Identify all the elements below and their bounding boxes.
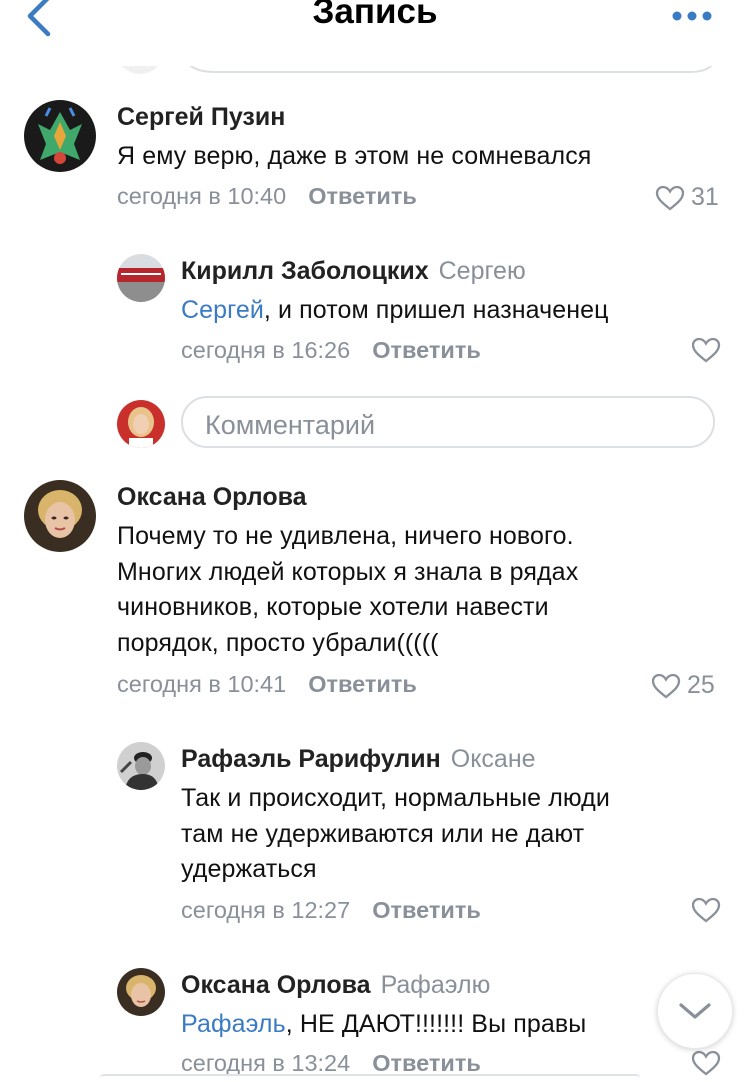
comment-time: сегодня в 16:26: [181, 337, 351, 363]
like-button[interactable]: [691, 337, 727, 363]
avatar[interactable]: [117, 742, 165, 790]
comment-text: Я ему верю, даже в этом не сомневался: [117, 139, 591, 175]
bottom-input-outline: [100, 1074, 640, 1082]
heart-icon: [655, 185, 685, 210]
chevron-down-icon: [679, 1003, 711, 1019]
more-button[interactable]: [672, 6, 712, 26]
comment-text: Почему то не удивлена, ничего нового. Мн…: [117, 519, 578, 661]
heart-icon: [691, 897, 721, 923]
comment-author[interactable]: Сергей Пузин: [117, 103, 285, 132]
author-name[interactable]: Рафаэль Рарифулин: [181, 745, 441, 773]
comment-text-line: , и потом пришел назначенец: [263, 296, 609, 324]
author-name[interactable]: Оксана Орлова: [181, 971, 371, 999]
reply-button[interactable]: Ответить: [372, 1050, 481, 1076]
avatar[interactable]: [117, 254, 165, 302]
current-user-avatar: [117, 400, 165, 448]
avatar[interactable]: [117, 968, 165, 1016]
author-name[interactable]: Кирилл Заболоцких: [181, 257, 429, 285]
comment-text-line: , НЕ ДАЮТ!!!!!!! Вы правы: [285, 1010, 587, 1038]
like-count: 25: [687, 671, 715, 699]
avatar[interactable]: [24, 100, 96, 172]
comment-text-line: Так и происходит, нормальные люди: [181, 784, 610, 812]
comment-text: Сергей, и потом пришел назначенец: [181, 293, 609, 329]
reply-button[interactable]: Ответить: [308, 183, 417, 209]
like-button[interactable]: [691, 897, 727, 923]
comment-meta: сегодня в 13:24 Ответить: [181, 1050, 481, 1077]
mention-link[interactable]: Сергей: [181, 296, 264, 324]
comment-text-line: удержаться: [181, 855, 317, 883]
comment-author[interactable]: Оксана Орлова: [117, 483, 307, 512]
reply-to-label[interactable]: Рафаэлю: [381, 971, 491, 999]
like-button[interactable]: [691, 1050, 727, 1076]
reply-button[interactable]: Ответить: [372, 337, 481, 363]
comment-text-line: чиновников, которые хотели навести: [117, 593, 549, 621]
page-title: Запись: [312, 0, 438, 31]
comment-time: сегодня в 10:40: [117, 183, 287, 209]
mention-link[interactable]: Рафаэль: [181, 1010, 286, 1038]
like-button[interactable]: 25: [651, 671, 715, 700]
comment-time: сегодня в 13:24: [181, 1050, 351, 1076]
reply-button[interactable]: Ответить: [308, 671, 417, 697]
heart-icon: [691, 337, 721, 363]
comment-text-line: Многих людей которых я знала в рядах: [117, 557, 579, 586]
navigation-bar: Запись: [0, 0, 750, 66]
heart-icon: [651, 673, 681, 698]
comment-time: сегодня в 12:27: [181, 897, 351, 923]
comment-meta: сегодня в 16:26 Ответить: [181, 337, 481, 364]
like-count: 31: [691, 183, 719, 211]
more-dots-icon: [672, 11, 712, 21]
comment-meta: сегодня в 10:40 Ответить: [117, 183, 417, 210]
comment-text: Рафаэль, НЕ ДАЮТ!!!!!!! Вы правы: [181, 1007, 586, 1043]
heart-icon: [691, 1050, 721, 1076]
reply-to-label[interactable]: Сергею: [439, 257, 526, 285]
reply-to-label[interactable]: Оксане: [451, 745, 536, 773]
comment-text-line: Я ему верю, даже в этом не сомневался: [117, 142, 592, 170]
reply-button[interactable]: Ответить: [372, 897, 481, 923]
like-button[interactable]: 31: [655, 183, 719, 212]
comment-author[interactable]: Кирилл Заболоцких Сергею: [181, 257, 526, 286]
comment-input[interactable]: Комментарий: [181, 396, 715, 448]
comment-author[interactable]: Рафаэль Рарифулин Оксане: [181, 745, 536, 774]
comment-time: сегодня в 10:41: [117, 671, 287, 697]
comment-text-line: там не удерживаются или не дают: [181, 819, 585, 848]
comment-author[interactable]: Оксана Орлова Рафаэлю: [181, 971, 490, 1000]
comment-meta: сегодня в 10:41 Ответить: [117, 671, 417, 698]
comment-text-line: порядок, просто убрали(((((: [117, 628, 439, 657]
avatar[interactable]: [24, 480, 96, 552]
scroll-down-button[interactable]: [657, 973, 733, 1049]
comment-meta: сегодня в 12:27 Ответить: [181, 897, 481, 924]
comment-text-line: Почему то не удивлена, ничего нового.: [117, 522, 574, 550]
comment-text: Так и происходит, нормальные люди там не…: [181, 781, 610, 888]
